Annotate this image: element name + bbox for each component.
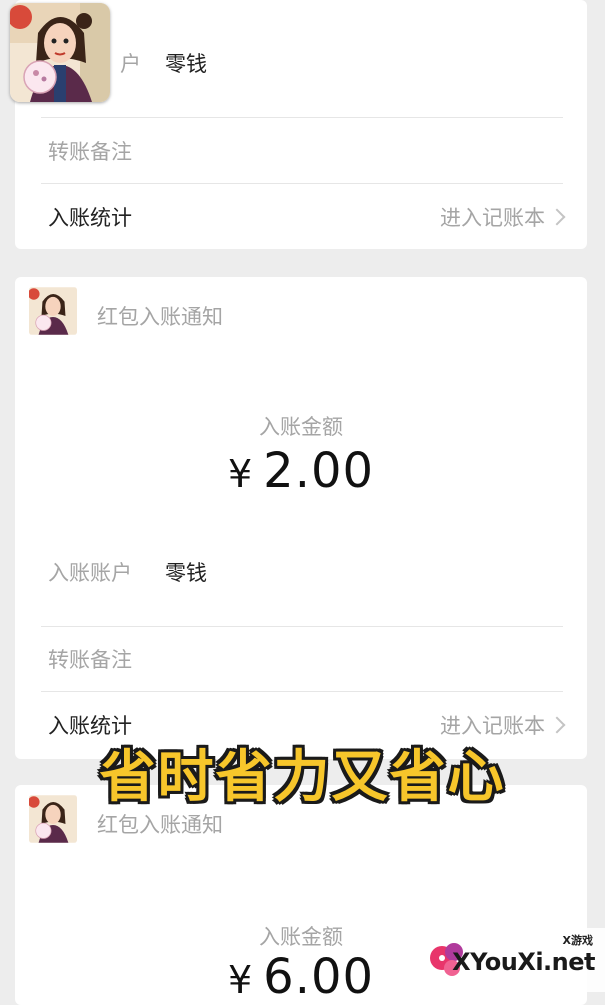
account-row: 户 零钱 xyxy=(48,31,563,95)
red-packet-notice-card: 红包入账通知 入账金额 ¥2.00 入账账户 零钱 转账备注 入账统计 进入记账… xyxy=(15,277,587,759)
currency-symbol: ¥ xyxy=(227,958,254,1002)
account-value: 零钱 xyxy=(165,52,207,76)
account-row: 入账账户 零钱 xyxy=(48,540,563,604)
site-watermark: X游戏 XYouXi.net xyxy=(420,928,605,992)
avatar[interactable] xyxy=(10,3,110,102)
divider xyxy=(41,117,563,118)
notice-title: 红包入账通知 xyxy=(97,813,223,837)
ledger-link[interactable]: 进入记账本 xyxy=(440,202,566,232)
remark-row: 转账备注 xyxy=(48,627,563,691)
currency-symbol: ¥ xyxy=(227,452,254,496)
watermark-small-text: X游戏 xyxy=(562,934,593,947)
chevron-right-icon xyxy=(548,716,566,734)
caption-banner: 省时省力又省心 xyxy=(99,745,506,810)
remark-label: 转账备注 xyxy=(48,140,132,164)
remark-row: 转账备注 xyxy=(48,119,563,183)
stats-label: 入账统计 xyxy=(48,206,132,230)
remark-label: 转账备注 xyxy=(48,648,132,672)
avatar[interactable] xyxy=(29,287,77,335)
divider xyxy=(41,183,563,184)
watermark-site-text: XYouXi.net xyxy=(452,948,595,976)
divider xyxy=(41,691,563,692)
account-label: 户 xyxy=(120,52,141,76)
chevron-right-icon xyxy=(548,208,566,226)
amount-value: ¥2.00 xyxy=(227,443,375,499)
amount-label: 入账金额 xyxy=(259,415,343,439)
account-label: 入账账户 xyxy=(48,561,132,585)
account-value: 零钱 xyxy=(165,561,207,585)
stats-row[interactable]: 入账统计 进入记账本 xyxy=(48,185,566,249)
notice-title: 红包入账通知 xyxy=(97,305,223,329)
